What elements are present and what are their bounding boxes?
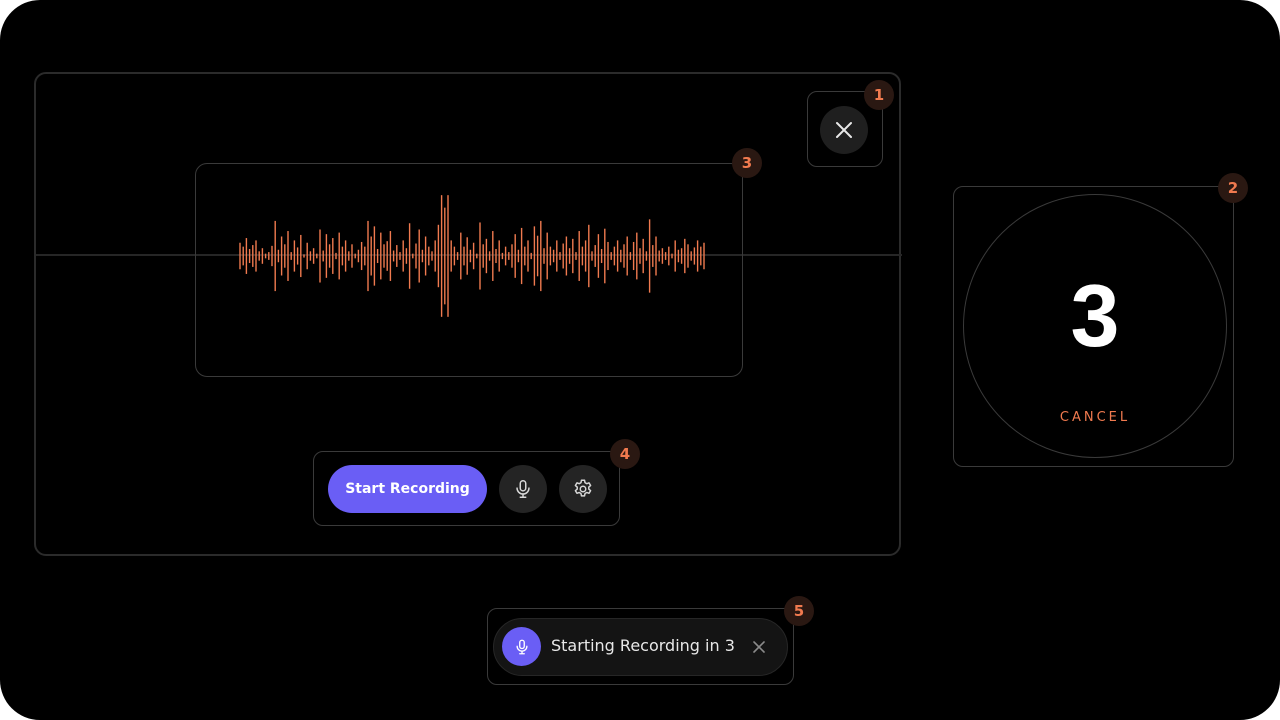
cancel-button[interactable]: CANCEL [963, 410, 1227, 425]
countdown-number: 3 [1070, 266, 1120, 365]
start-recording-button[interactable]: Start Recording [328, 465, 487, 513]
microphone-icon [515, 639, 528, 654]
gear-icon [574, 479, 592, 497]
annotation-badge-5: 5 [784, 596, 814, 626]
toast-message: Starting Recording in 3 [551, 636, 735, 655]
annotation-badge-1: 1 [864, 80, 894, 110]
toast-mic-button[interactable] [502, 627, 541, 666]
close-icon [836, 122, 852, 138]
settings-button[interactable] [559, 465, 607, 513]
waveform [239, 195, 705, 317]
close-button[interactable] [820, 106, 868, 154]
close-icon [753, 641, 765, 653]
annotation-badge-4: 4 [610, 439, 640, 469]
toast-close-button[interactable] [748, 636, 770, 658]
annotation-badge-3: 3 [732, 148, 762, 178]
canvas: 1 3 Start Recording 4 3 CANCEL 2 Startin… [0, 0, 1280, 720]
microphone-button[interactable] [499, 465, 547, 513]
annotation-badge-2: 2 [1218, 173, 1248, 203]
microphone-icon [516, 480, 530, 498]
